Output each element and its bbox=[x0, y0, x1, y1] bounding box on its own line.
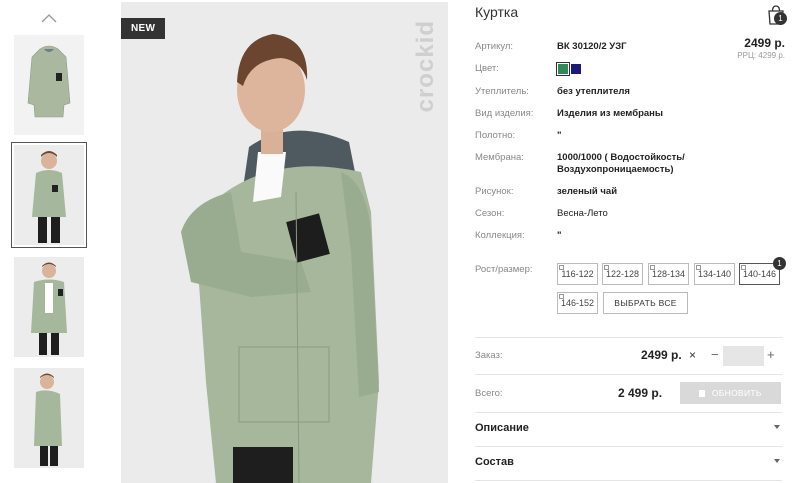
size-option-116-122[interactable]: 116-122 bbox=[557, 263, 598, 285]
size-option-label: 146-152 bbox=[560, 298, 595, 308]
product-title: Куртка bbox=[475, 4, 519, 20]
thumbnail-3[interactable] bbox=[14, 257, 84, 357]
thumbnail-4[interactable] bbox=[14, 368, 84, 468]
size-count-badge: 1 bbox=[773, 257, 786, 270]
order-label: Заказ: bbox=[475, 350, 503, 361]
size-option-146-152[interactable]: 146-152 bbox=[557, 292, 598, 314]
jacket-flat-image bbox=[14, 35, 84, 135]
model-side-image bbox=[14, 368, 84, 468]
spec-label: Сезон: bbox=[475, 208, 505, 219]
model-front-image bbox=[14, 145, 84, 245]
spec-value: Весна-Лето bbox=[557, 208, 608, 219]
update-button[interactable]: ОБНОВИТЬ bbox=[680, 382, 781, 404]
checkbox-icon bbox=[696, 265, 701, 270]
spec-label: Артикул: bbox=[475, 41, 514, 52]
spec-label: Коллекция: bbox=[475, 230, 525, 241]
caret-down-icon bbox=[774, 425, 780, 429]
size-option-134-140[interactable]: 134-140 bbox=[694, 263, 735, 285]
spec-value: ВК 30120/2 УЗГ bbox=[557, 41, 627, 52]
total-value: 2 499 р. bbox=[618, 386, 663, 400]
update-button-label: ОБНОВИТЬ bbox=[711, 388, 762, 398]
spec-value: зеленый чай bbox=[557, 186, 618, 197]
new-badge: NEW bbox=[121, 18, 166, 39]
select-all-button[interactable]: ВЫБРАТЬ ВСЕ bbox=[603, 292, 688, 314]
checkbox-icon bbox=[559, 294, 564, 299]
spec-value: 1000/1000 ( Водостойкость/ Воздухопрониц… bbox=[557, 152, 685, 175]
accordion-composition[interactable]: Состав bbox=[475, 447, 782, 479]
chevron-up-icon[interactable] bbox=[40, 10, 58, 28]
model-photo bbox=[121, 2, 448, 483]
order-price: 2499 р. bbox=[641, 348, 682, 362]
spec-label: Рисунок: bbox=[475, 186, 514, 197]
remove-icon[interactable]: × bbox=[689, 348, 696, 362]
spec-value: без утеплителя bbox=[557, 86, 630, 97]
product-price: 2499 р. bbox=[744, 36, 785, 50]
main-product-image[interactable]: NEW crockid bbox=[121, 2, 448, 483]
spec-label: Вид изделия: bbox=[475, 108, 534, 119]
total-label: Всего: bbox=[475, 388, 503, 399]
product-info-panel: Куртка 1 2499 р. РРЦ: 4299 р. Артикул: В… bbox=[475, 0, 787, 483]
size-option-label: 134-140 bbox=[697, 269, 732, 279]
quantity-decrease-button[interactable]: − bbox=[711, 347, 719, 362]
thumbnail-2[interactable] bbox=[11, 142, 87, 248]
spec-label: Утеплитель: bbox=[475, 86, 529, 97]
size-option-label: 128-134 bbox=[651, 269, 686, 279]
spec-value: " bbox=[557, 230, 562, 241]
size-label: Рост/размер: bbox=[475, 264, 533, 275]
checkbox-icon bbox=[559, 265, 564, 270]
spec-label: Мембрана: bbox=[475, 152, 524, 163]
size-option-label: 122-128 bbox=[605, 269, 640, 279]
quantity-increase-button[interactable]: + bbox=[767, 347, 775, 362]
trash-icon bbox=[699, 390, 706, 397]
spec-value: Изделия из мембраны bbox=[557, 108, 664, 119]
spec-value: " bbox=[557, 130, 562, 141]
spec-label: Полотно: bbox=[475, 130, 516, 141]
quantity-input[interactable] bbox=[723, 346, 764, 366]
cart-count-badge: 1 bbox=[774, 12, 787, 25]
thumbnail-1[interactable] bbox=[14, 35, 84, 135]
divider bbox=[475, 337, 782, 338]
spec-label: Цвет: bbox=[475, 63, 499, 74]
recommended-price: РРЦ: 4299 р. bbox=[737, 51, 785, 60]
color-swatch-green[interactable] bbox=[556, 62, 570, 76]
thumbnail-column bbox=[0, 0, 100, 483]
divider bbox=[475, 480, 782, 481]
size-option-label: 140-146 bbox=[742, 269, 777, 279]
caret-down-icon bbox=[774, 459, 780, 463]
color-swatch-navy[interactable] bbox=[571, 64, 581, 74]
checkbox-icon bbox=[650, 265, 655, 270]
size-option-122-128[interactable]: 122-128 bbox=[602, 263, 643, 285]
size-option-128-134[interactable]: 128-134 bbox=[648, 263, 689, 285]
accordion-description[interactable]: Описание bbox=[475, 413, 782, 445]
size-option-label: 116-122 bbox=[561, 269, 594, 279]
checkbox-icon bbox=[604, 265, 609, 270]
accordion-title: Состав bbox=[475, 456, 514, 468]
checkbox-icon bbox=[741, 265, 746, 270]
model-open-jacket-image bbox=[14, 257, 84, 357]
accordion-title: Описание bbox=[475, 422, 529, 434]
brand-watermark: crockid bbox=[412, 20, 439, 113]
divider bbox=[475, 374, 782, 375]
